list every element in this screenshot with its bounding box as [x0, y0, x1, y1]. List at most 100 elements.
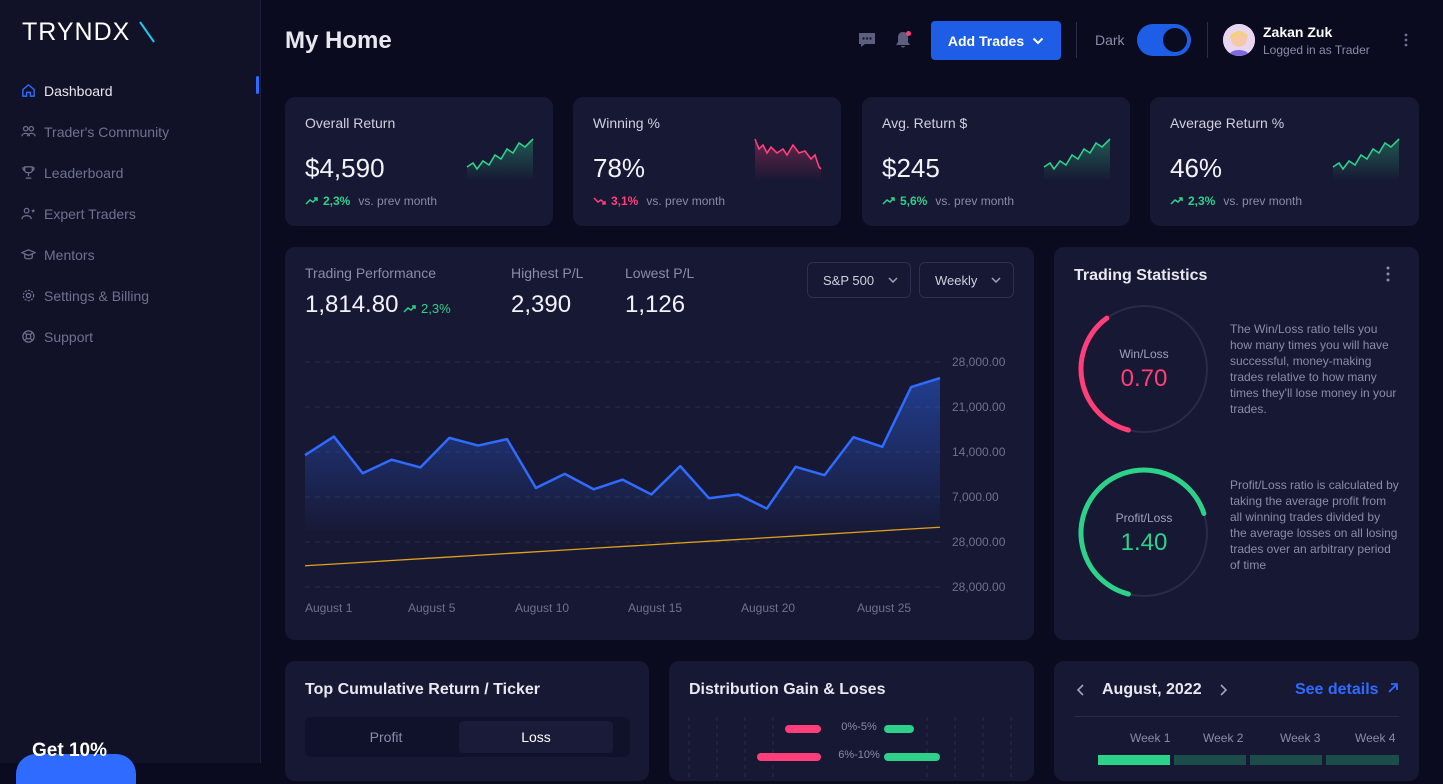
toggle-knob — [1163, 28, 1187, 52]
see-details-label: See details — [1294, 681, 1379, 698]
kpi-delta: 2,3% vs. prev month — [305, 194, 437, 208]
sidebar-item-dashboard[interactable]: Dashboard — [0, 70, 261, 111]
distribution-title: Distribution Gain & Loses — [689, 681, 886, 698]
chat-icon[interactable] — [855, 28, 879, 52]
kpi-delta-caption: vs. prev month — [1223, 194, 1303, 208]
y-tick-label: 28,000.00 — [952, 535, 1006, 549]
performance-chart[interactable]: 28,000.00 21,000.00 14,000.00 7,000.00 28,00… — [285, 247, 1034, 640]
x-tick-label: August 10 — [515, 601, 569, 615]
trend-down-icon — [593, 197, 606, 205]
y-tick-label: 7,000.00 — [952, 490, 999, 504]
kpi-delta: 5,6% vs. prev month — [882, 194, 1014, 208]
sidebar-item-expert-traders[interactable]: Expert Traders — [0, 193, 261, 234]
area-fill — [305, 378, 940, 530]
sidebar-nav: Dashboard Trader's Community Leaderboard… — [0, 70, 261, 357]
profit-loss-segmented-control: Profit Loss — [305, 717, 630, 757]
gain-bar — [884, 753, 940, 761]
sidebar-item-community[interactable]: Trader's Community — [0, 111, 261, 152]
profit-loss-description: Profit/Loss ratio is calculated by takin… — [1230, 478, 1399, 572]
week-label: Week 2 — [1203, 731, 1244, 745]
divider — [1074, 716, 1399, 717]
dark-mode-toggle[interactable] — [1137, 24, 1191, 56]
kpi-card-winning-pct: Winning % 78% 3,1% vs. prev month — [573, 97, 841, 226]
sidebar-item-settings-billing[interactable]: Settings & Billing — [0, 275, 261, 316]
more-options-icon[interactable] — [1403, 30, 1409, 55]
kpi-card-avg-return-dollar: Avg. Return $ $245 5,6% vs. prev month — [862, 97, 1130, 226]
chevron-left-icon[interactable] — [1076, 683, 1086, 702]
trophy-icon — [20, 165, 36, 181]
x-tick-label: August 5 — [408, 601, 456, 615]
kpi-card-overall-return: Overall Return $4,590 2,3% vs. prev mont… — [285, 97, 553, 226]
y-tick-label: 28,000.00 — [952, 580, 1006, 594]
gain-bar — [884, 725, 914, 733]
series-line-benchmark — [304, 526, 941, 567]
kpi-delta-caption: vs. prev month — [358, 194, 438, 208]
lifebuoy-icon — [20, 329, 36, 345]
gear-icon — [20, 288, 36, 304]
kpi-delta-value: 2,3% — [1188, 194, 1216, 208]
sparkline — [754, 138, 822, 181]
distribution-card: Distribution Gain & Loses 0%-5% 6%-10% — [669, 661, 1034, 781]
bell-icon[interactable] — [891, 28, 915, 52]
week-cell[interactable] — [1098, 755, 1170, 765]
sparkline — [1332, 138, 1400, 181]
week-label: Week 3 — [1280, 731, 1321, 745]
sidebar-item-support[interactable]: Support — [0, 316, 261, 357]
week-cell[interactable] — [1326, 755, 1399, 765]
sidebar-item-label: Leaderboard — [44, 164, 124, 181]
kpi-value: $245 — [882, 153, 940, 183]
win-loss-label: Win/Loss — [1119, 347, 1169, 361]
users-icon — [20, 124, 36, 140]
calendar-card: August, 2022 See details Week 1 Week 2 W… — [1054, 661, 1419, 781]
distribution-row: 0%-5% — [689, 719, 1014, 739]
distribution-row-label: 6%-10% — [838, 749, 880, 761]
trend-up-icon — [882, 197, 895, 205]
arrow-up-right-icon — [1388, 683, 1398, 693]
top-bar: My Home Add Trades Dark Zakan Zuk Logged… — [261, 0, 1443, 82]
avatar[interactable] — [1223, 24, 1255, 56]
kpi-value: $4,590 — [305, 153, 385, 183]
profit-loss-label: Profit/Loss — [1115, 511, 1173, 525]
see-details-link[interactable]: See details — [1295, 681, 1399, 699]
trading-statistics-card: Trading Statistics Win/Loss 0.70 The Win… — [1054, 247, 1419, 640]
more-options-icon[interactable] — [1385, 265, 1391, 290]
sidebar-item-leaderboard[interactable]: Leaderboard — [0, 152, 261, 193]
x-tick-label: August 15 — [628, 601, 682, 615]
distribution-row-label: 0%-5% — [841, 721, 877, 733]
brand-logo[interactable]: TRYNDX — [22, 18, 162, 46]
win-loss-value: 0.70 — [1120, 365, 1168, 392]
sidebar-item-mentors[interactable]: Mentors — [0, 234, 261, 275]
x-tick-label: August 25 — [857, 601, 911, 615]
cumulative-return-title: Top Cumulative Return / Ticker — [305, 681, 541, 698]
kpi-card-average-return-pct: Average Return % 46% 2,3% vs. prev month — [1150, 97, 1419, 226]
calendar-month: August, 2022 — [1102, 681, 1202, 698]
trend-up-icon — [1170, 197, 1183, 205]
kpi-title: Average Return % — [1170, 115, 1285, 131]
user-star-icon — [20, 206, 36, 222]
tab-profit[interactable]: Profit — [309, 721, 463, 753]
trading-performance-card: Trading Performance 1,814.80 2,3% Highes… — [285, 247, 1034, 640]
tab-loss[interactable]: Loss — [459, 721, 613, 753]
week-cell[interactable] — [1250, 755, 1322, 765]
page-title: My Home — [285, 27, 392, 54]
active-indicator — [256, 76, 259, 94]
divider — [1076, 22, 1077, 58]
sidebar-item-label: Dashboard — [44, 82, 113, 99]
chevron-down-icon — [1032, 37, 1044, 44]
sidebar-item-label: Mentors — [44, 246, 95, 263]
loss-bar — [785, 725, 821, 733]
svg-text:TRYNDX: TRYNDX — [22, 18, 130, 46]
user-role: Logged in as Trader — [1263, 43, 1370, 57]
chevron-right-icon[interactable] — [1218, 683, 1228, 702]
y-tick-label: 21,000.00 — [952, 400, 1006, 414]
week-cell[interactable] — [1174, 755, 1246, 765]
add-trades-button[interactable]: Add Trades — [931, 21, 1061, 60]
sidebar-item-label: Support — [44, 328, 94, 345]
win-loss-description: The Win/Loss ratio tells you how many ti… — [1230, 322, 1397, 416]
dark-mode-label: Dark — [1095, 32, 1125, 48]
trend-up-icon — [305, 197, 318, 205]
user-name: Zakan Zuk — [1263, 24, 1333, 40]
x-tick-label: August 20 — [741, 601, 795, 615]
trading-statistics-title: Trading Statistics — [1074, 267, 1208, 284]
cumulative-return-card: Top Cumulative Return / Ticker Profit Lo… — [285, 661, 649, 781]
